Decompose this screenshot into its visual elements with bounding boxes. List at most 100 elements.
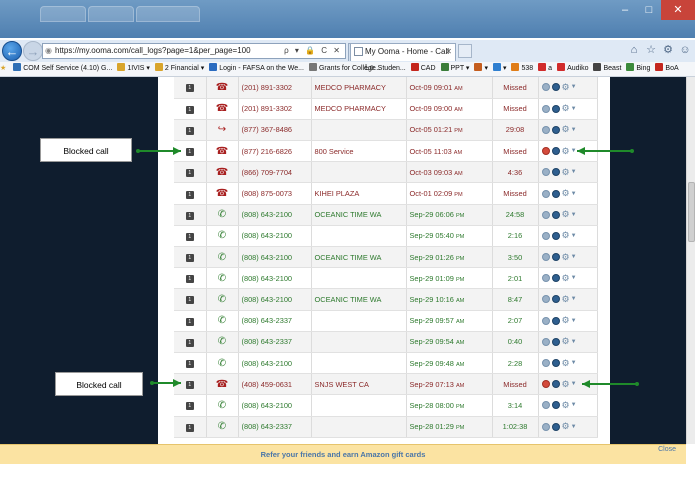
call-log-row[interactable]: 1 ✆ (808) 643-2337 Sep-28 01:29 PM 1:02:38 ⚙▼	[174, 416, 598, 438]
call-log-row[interactable]: 1 ✆ (808) 643-2337 Sep-29 09:57 AM 2:07 ⚙▼	[174, 310, 598, 332]
row-settings-icon[interactable]: ⚙	[562, 379, 570, 389]
row-settings-icon[interactable]: ⚙	[562, 421, 570, 431]
phone-number[interactable]: (808) 643-2337	[238, 416, 312, 438]
block-number-icon[interactable]	[551, 359, 560, 368]
block-number-icon[interactable]	[551, 210, 560, 219]
favorite-link[interactable]: a	[538, 62, 552, 76]
favorites-star-icon[interactable]: ☆	[645, 43, 657, 57]
close-window-icon[interactable]: ✕	[661, 0, 695, 20]
save-contact-icon[interactable]	[541, 253, 550, 262]
call-log-row[interactable]: 1 ✆ (808) 643-2100 Sep-29 05:40 PM 2:16 ⚙▼	[174, 225, 598, 248]
home-icon[interactable]: ⌂	[628, 43, 640, 57]
favorite-link[interactable]: Audiko	[557, 62, 588, 76]
phone-number[interactable]: (808) 643-2337	[238, 310, 312, 332]
address-bar[interactable]: ◉ https://my.ooma.com/call_logs?page=1&p…	[42, 43, 346, 59]
back-button[interactable]: ←	[2, 41, 22, 61]
block-number-icon[interactable]	[551, 274, 560, 283]
row-settings-icon[interactable]: ⚙	[562, 315, 570, 325]
chevron-down-icon[interactable]: ▼	[571, 233, 577, 239]
save-contact-icon[interactable]	[541, 316, 550, 325]
phone-number[interactable]: (877) 367-8486	[238, 119, 312, 142]
banner-close-link[interactable]: Close	[658, 445, 676, 455]
phone-number[interactable]: (808) 643-2100	[238, 394, 312, 417]
vertical-scrollbar[interactable]	[686, 77, 695, 444]
save-contact-icon[interactable]	[541, 210, 550, 219]
close-tab-icon[interactable]: ✕	[445, 44, 452, 60]
chevron-down-icon[interactable]: ▼	[571, 84, 577, 90]
call-log-row[interactable]: 1 ✆ (808) 643-2100 OCEANIC TIME WA Sep-29 06…	[174, 204, 598, 226]
save-contact-icon[interactable]	[541, 104, 550, 113]
phone-number[interactable]: (808) 643-2100	[238, 204, 312, 226]
row-settings-icon[interactable]: ⚙	[562, 358, 570, 368]
new-tab-button[interactable]	[458, 44, 472, 58]
call-log-row[interactable]: 1 ☎ (201) 891-3302 MEDCO PHARMACY Oct-09 09:…	[174, 77, 598, 99]
chevron-down-icon[interactable]: ▼	[571, 402, 577, 408]
call-log-row[interactable]: 1 ✆ (808) 643-2100 OCEANIC TIME WA Sep-29 01…	[174, 246, 598, 269]
blocked-status-icon[interactable]	[541, 147, 550, 156]
favorite-link[interactable]: ▾	[474, 62, 488, 76]
save-contact-icon[interactable]	[541, 83, 550, 92]
chevron-down-icon[interactable]: ▼	[571, 275, 577, 281]
save-contact-icon[interactable]	[541, 295, 550, 304]
background-tab[interactable]	[40, 6, 86, 22]
save-contact-icon[interactable]	[541, 125, 550, 134]
save-contact-icon[interactable]	[541, 337, 550, 346]
phone-number[interactable]: (808) 875-0073	[238, 182, 312, 205]
favorite-link[interactable]: 538	[511, 62, 533, 76]
phone-number[interactable]: (866) 709-7704	[238, 161, 312, 184]
row-settings-icon[interactable]: ⚙	[562, 294, 570, 304]
block-number-icon[interactable]	[551, 189, 560, 198]
call-log-row[interactable]: 1 ✆ (808) 643-2100 Sep-28 08:00 PM 3:14 ⚙▼	[174, 394, 598, 417]
row-settings-icon[interactable]: ⚙	[562, 230, 570, 240]
block-number-icon[interactable]	[551, 104, 560, 113]
row-settings-icon[interactable]: ⚙	[562, 82, 570, 92]
block-number-icon[interactable]	[551, 422, 560, 431]
save-contact-icon[interactable]	[541, 189, 550, 198]
address-tools[interactable]: ρ ▾ 🔒 C ✕	[284, 44, 342, 58]
row-settings-icon[interactable]: ⚙	[562, 188, 570, 198]
row-settings-icon[interactable]: ⚙	[562, 336, 570, 346]
chevron-down-icon[interactable]: ▼	[571, 296, 577, 302]
chevron-down-icon[interactable]: ▼	[571, 381, 577, 387]
row-settings-icon[interactable]: ⚙	[562, 273, 570, 283]
save-contact-icon[interactable]	[541, 401, 550, 410]
scrollbar-thumb[interactable]	[688, 182, 695, 242]
chevron-down-icon[interactable]: ▼	[571, 360, 577, 366]
call-log-row[interactable]: 1 ☎ (201) 891-3302 MEDCO PHARMACY Oct-09 09:…	[174, 98, 598, 120]
background-tab[interactable]	[136, 6, 200, 22]
favorite-link[interactable]: CAD	[410, 62, 436, 76]
save-contact-icon[interactable]	[541, 359, 550, 368]
call-log-row[interactable]: 1 ✆ (808) 643-2100 OCEANIC TIME WA Sep-29 10…	[174, 288, 598, 311]
block-number-icon[interactable]	[551, 231, 560, 240]
favorite-link[interactable]: Bing	[626, 62, 650, 76]
phone-number[interactable]: (408) 459-0631	[238, 373, 312, 396]
row-settings-icon[interactable]: ⚙	[562, 400, 570, 410]
smiley-icon[interactable]: ☺	[679, 43, 691, 57]
block-number-icon[interactable]	[551, 125, 560, 134]
call-log-row[interactable]: 1 ☎ (877) 216-6826 800 Service Oct-05 11:03 …	[174, 140, 598, 163]
save-contact-icon[interactable]	[541, 168, 550, 177]
save-contact-icon[interactable]	[541, 231, 550, 240]
save-contact-icon[interactable]	[541, 422, 550, 431]
block-number-icon[interactable]	[551, 253, 560, 262]
phone-number[interactable]: (808) 643-2100	[238, 267, 312, 290]
chevron-down-icon[interactable]: ▼	[571, 212, 577, 218]
favorite-link[interactable]: 1IVIS ▾	[117, 62, 150, 76]
chevron-down-icon[interactable]: ▼	[571, 169, 577, 175]
call-log-row[interactable]: 1 ☎ (408) 459-0631 SNJS WEST CA Sep-29 07:13…	[174, 373, 598, 396]
favorite-link[interactable]: Login - FAFSA on the We...	[209, 62, 304, 76]
chevron-down-icon[interactable]: ▼	[571, 254, 577, 260]
row-settings-icon[interactable]: ⚙	[562, 146, 570, 156]
referral-banner-text[interactable]: Refer your friends and earn Amazon gift …	[0, 445, 686, 464]
phone-number[interactable]: (201) 891-3302	[238, 98, 312, 120]
chevron-down-icon[interactable]: ▼	[571, 106, 577, 112]
block-number-icon[interactable]	[551, 295, 560, 304]
call-log-row[interactable]: 1 ☎ (808) 875-0073 KIHEI PLAZA Oct-01 02:09 …	[174, 182, 598, 205]
row-settings-icon[interactable]: ⚙	[562, 103, 570, 113]
chevron-down-icon[interactable]: ▼	[571, 424, 577, 430]
block-number-icon[interactable]	[551, 380, 560, 389]
phone-number[interactable]: (201) 891-3302	[238, 77, 312, 99]
block-number-icon[interactable]	[551, 83, 560, 92]
chevron-down-icon[interactable]: ▼	[571, 318, 577, 324]
block-number-icon[interactable]	[551, 316, 560, 325]
